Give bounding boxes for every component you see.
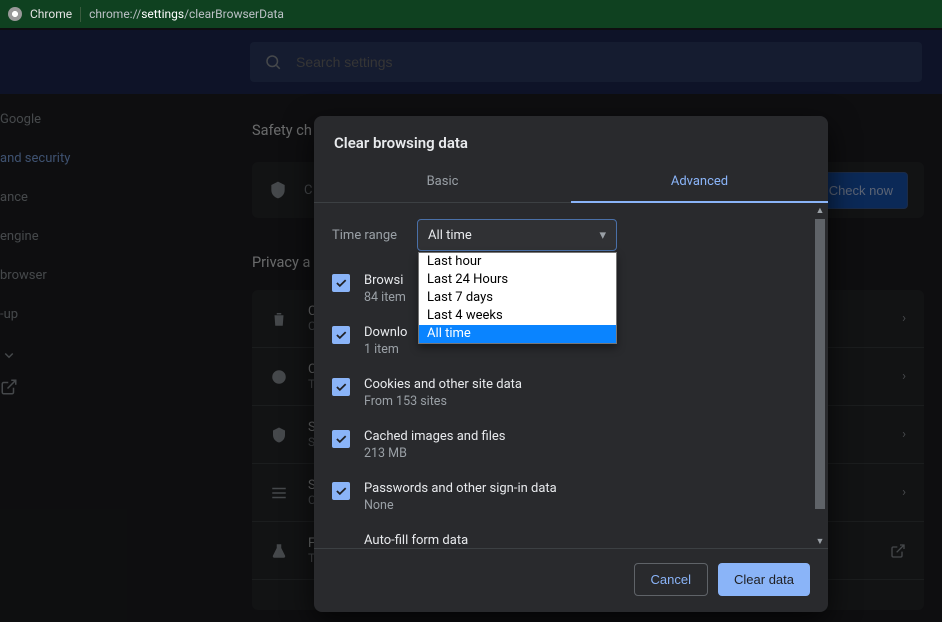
trash-icon	[270, 310, 290, 328]
safety-row-label: C	[304, 183, 312, 198]
title-bar: Chrome chrome://settings/clearBrowserDat…	[0, 0, 942, 28]
checkbox-download-history[interactable]	[332, 326, 350, 344]
chrome-logo-icon	[8, 7, 22, 21]
cookie-icon	[270, 368, 290, 386]
sidebar-item-default-browser[interactable]: browser	[0, 256, 140, 295]
tab-basic[interactable]: Basic	[314, 164, 571, 202]
open-external-icon	[890, 543, 906, 559]
checkbox-passwords[interactable]	[332, 482, 350, 500]
browser-name: Chrome	[30, 7, 72, 21]
privacy-security-heading: Privacy a	[252, 254, 310, 271]
time-option-all-time[interactable]: All time	[419, 325, 616, 343]
tune-icon	[270, 484, 290, 502]
chevron-right-icon: ›	[902, 369, 906, 384]
search-input[interactable]	[296, 54, 908, 70]
time-range-selected: All time	[428, 228, 472, 243]
dialog-title: Clear browsing data	[314, 116, 828, 164]
time-option-last-24-hours[interactable]: Last 24 Hours	[419, 271, 616, 289]
sidebar-item-appearance[interactable]: ance	[0, 178, 140, 217]
check-cookies[interactable]: Cookies and other site dataFrom 153 site…	[332, 369, 804, 421]
check-passwords[interactable]: Passwords and other sign-in dataNone	[332, 473, 804, 525]
scrollbar-thumb[interactable]	[815, 219, 825, 509]
dialog-tabs: Basic Advanced	[314, 164, 828, 203]
time-option-last-7-days[interactable]: Last 7 days	[419, 289, 616, 307]
time-option-last-4-weeks[interactable]: Last 4 weeks	[419, 307, 616, 325]
check-autofill[interactable]: Auto-fill form data	[332, 525, 804, 548]
sidebar-item-privacy-security[interactable]: and security	[0, 139, 140, 178]
flask-icon	[270, 542, 290, 560]
clear-browsing-data-dialog: Clear browsing data Basic Advanced Time …	[314, 116, 828, 612]
sidebar-item-on-startup[interactable]: -up	[0, 295, 140, 334]
sidebar-expand[interactable]	[0, 334, 140, 408]
time-option-last-hour[interactable]: Last hour	[419, 253, 616, 271]
time-range-select[interactable]: All time ▾ Last hour Last 24 Hours Last …	[417, 219, 617, 251]
scroll-down-icon[interactable]: ▼	[815, 536, 825, 546]
chevron-right-icon: ›	[902, 427, 906, 442]
checkbox-cached-images[interactable]	[332, 430, 350, 448]
titlebar-divider	[80, 7, 81, 22]
chevron-right-icon: ›	[902, 311, 906, 326]
search-icon	[264, 53, 282, 71]
sidebar: Google and security ance engine browser …	[0, 100, 140, 408]
url-display: chrome://settings/clearBrowserData	[89, 7, 284, 21]
clear-data-button[interactable]: Clear data	[718, 563, 810, 596]
dialog-footer: Cancel Clear data	[314, 548, 828, 612]
search-bar[interactable]	[250, 42, 922, 82]
cancel-button[interactable]: Cancel	[634, 563, 708, 596]
check-cached-images[interactable]: Cached images and files213 MB	[332, 421, 804, 473]
checkbox-cookies[interactable]	[332, 378, 350, 396]
time-range-dropdown: Last hour Last 24 Hours Last 7 days Last…	[418, 252, 617, 344]
sidebar-item-google[interactable]: Google	[0, 100, 140, 139]
shield-icon	[268, 180, 288, 200]
scroll-up-icon[interactable]: ▲	[815, 205, 825, 215]
chevron-down-icon	[0, 346, 18, 364]
shield-icon	[270, 426, 290, 444]
chevron-right-icon: ›	[902, 485, 906, 500]
tab-advanced[interactable]: Advanced	[571, 164, 828, 203]
sidebar-item-search-engine[interactable]: engine	[0, 217, 140, 256]
checkbox-browsing-history[interactable]	[332, 274, 350, 292]
scrollbar[interactable]: ▲ ▼	[814, 207, 826, 544]
safety-check-heading: Safety ch	[252, 122, 312, 139]
caret-down-icon: ▾	[600, 228, 607, 243]
time-range-label: Time range	[332, 228, 397, 243]
open-external-icon	[0, 378, 140, 396]
dialog-body: Time range All time ▾ Last hour Last 24 …	[314, 203, 828, 548]
